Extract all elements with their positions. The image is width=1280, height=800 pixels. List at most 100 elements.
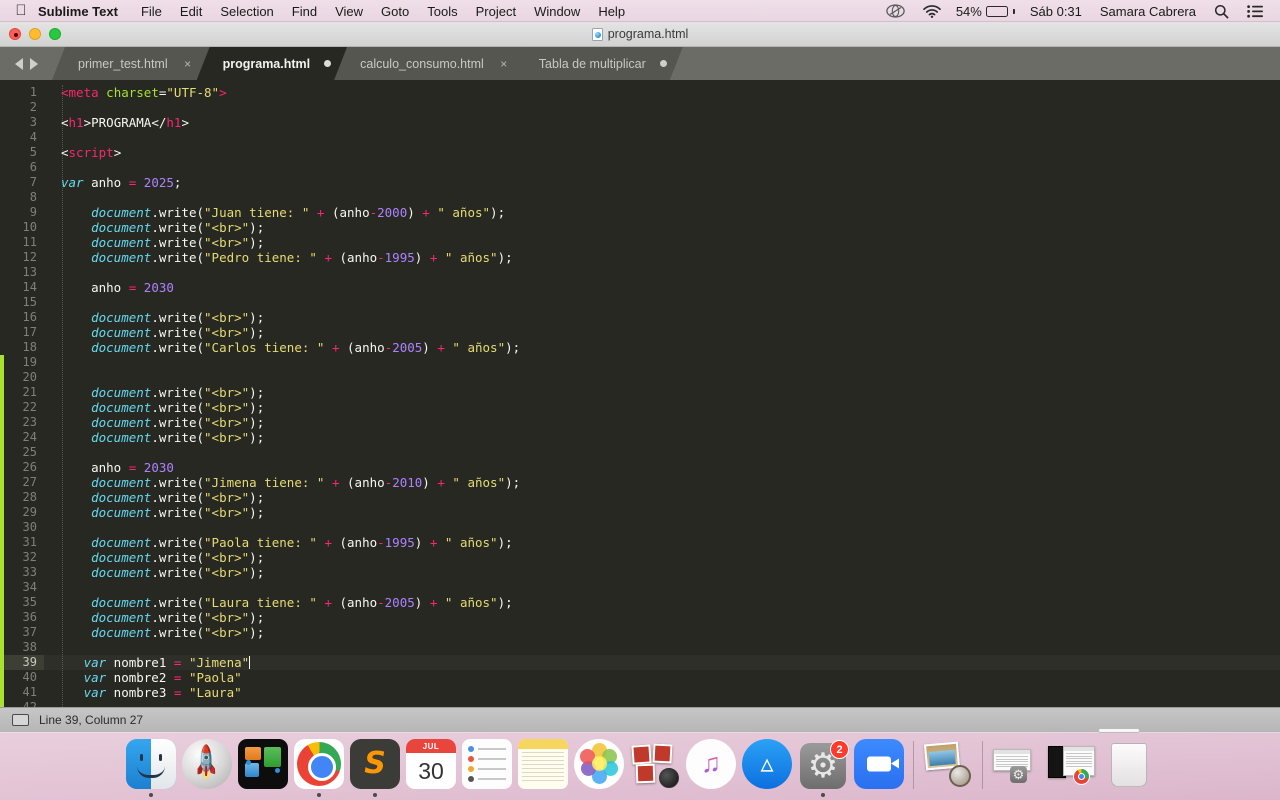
code-line[interactable]: anho = 2030 — [44, 280, 1280, 295]
code-content[interactable]: <meta charset="UTF-8"> <h1>PROGRAMA</h1>… — [44, 80, 1280, 707]
tab-dirty-indicator[interactable] — [660, 60, 667, 67]
dock-item-calendar[interactable]: JUL 30 — [403, 733, 459, 797]
notification-center-icon[interactable] — [1238, 4, 1272, 18]
code-line[interactable] — [44, 100, 1280, 115]
code-line[interactable]: <script> — [44, 145, 1280, 160]
code-line[interactable] — [44, 160, 1280, 175]
tab-primer-test-html[interactable]: primer_test.html × — [52, 47, 210, 80]
dock-item-zoom[interactable] — [851, 733, 907, 797]
cursor-position-label[interactable]: Line 39, Column 27 — [39, 713, 143, 727]
dock-item-trash[interactable] — [1098, 728, 1157, 797]
window-titlebar[interactable]: programa.html — [0, 22, 1280, 47]
code-line[interactable] — [44, 265, 1280, 280]
code-line[interactable] — [44, 640, 1280, 655]
dock-item-system-preferences[interactable]: ⚙ 2 — [795, 733, 851, 797]
code-line[interactable]: document.write("<br>"); — [44, 325, 1280, 340]
code-line[interactable]: document.write("<br>"); — [44, 400, 1280, 415]
menu-item-find[interactable]: Find — [283, 4, 326, 19]
menu-item-edit[interactable]: Edit — [171, 4, 211, 19]
dock-item-sublime-text[interactable]: S — [347, 733, 403, 797]
dock-item-notes[interactable] — [515, 733, 571, 797]
code-lines[interactable]: <meta charset="UTF-8"> <h1>PROGRAMA</h1>… — [44, 85, 1280, 707]
code-line[interactable]: <meta charset="UTF-8"> — [44, 85, 1280, 100]
dock-item-photos[interactable] — [571, 733, 627, 797]
code-line[interactable]: document.write("<br>"); — [44, 550, 1280, 565]
menu-item-project[interactable]: Project — [467, 4, 525, 19]
code-line[interactable] — [44, 355, 1280, 370]
wifi-icon[interactable] — [914, 4, 950, 18]
tab-programa-html[interactable]: programa.html — [197, 47, 348, 80]
close-button[interactable] — [9, 28, 21, 40]
code-line[interactable]: document.write("Jimena tiene: " + (anho-… — [44, 475, 1280, 490]
minimize-button[interactable] — [29, 28, 41, 40]
code-line[interactable]: var nombre3 = "Laura" — [44, 685, 1280, 700]
code-line[interactable]: document.write("<br>"); — [44, 415, 1280, 430]
chevron-left-icon[interactable] — [14, 57, 23, 70]
battery-status[interactable]: 54% — [950, 4, 1021, 19]
code-line[interactable] — [44, 295, 1280, 310]
code-line[interactable]: document.write("<br>"); — [44, 565, 1280, 580]
code-line[interactable]: document.write("<br>"); — [44, 610, 1280, 625]
menu-item-goto[interactable]: Goto — [372, 4, 418, 19]
code-editor[interactable]: 1 2 3 4 5 6 7 8 9 10 11 12 13 14 15 16 17 18 19 20 21 22 23 24 2… — [0, 80, 1280, 707]
code-line[interactable] — [44, 370, 1280, 385]
menubar-user-name[interactable]: Samara Cabrera — [1091, 4, 1205, 19]
code-line[interactable]: var anho = 2025; — [44, 175, 1280, 190]
apple-logo-icon[interactable]:  — [8, 3, 34, 20]
code-line[interactable] — [44, 580, 1280, 595]
menu-item-selection[interactable]: Selection — [211, 4, 282, 19]
running-indicator — [429, 793, 433, 797]
code-line[interactable]: document.write("<br>"); — [44, 220, 1280, 235]
dock-item-photo-booth[interactable] — [627, 733, 683, 797]
tab-close-icon[interactable]: × — [498, 58, 510, 70]
menu-item-file[interactable]: File — [132, 4, 171, 19]
code-line[interactable]: document.write("<br>"); — [44, 310, 1280, 325]
code-line[interactable]: document.write("<br>"); — [44, 490, 1280, 505]
menu-app-name[interactable]: Sublime Text — [34, 4, 132, 19]
creative-cloud-icon[interactable] — [877, 4, 914, 18]
dock-item-itunes[interactable]: ♫ — [683, 733, 739, 797]
chevron-right-icon[interactable] — [29, 57, 38, 70]
code-token-plain: ); — [249, 235, 265, 250]
menu-item-view[interactable]: View — [326, 4, 372, 19]
menu-item-tools[interactable]: Tools — [418, 4, 466, 19]
code-line[interactable]: var nombre1 = "Jimena" — [44, 655, 1280, 670]
dock-item-reminders[interactable] — [459, 733, 515, 797]
code-line[interactable]: document.write("Pedro tiene: " + (anho-1… — [44, 250, 1280, 265]
minimized-window-preferences-icon: ⚙ — [992, 739, 1042, 789]
menubar-clock[interactable]: Sáb 0:31 — [1021, 4, 1091, 19]
code-line[interactable]: document.write("<br>"); — [44, 235, 1280, 250]
code-line[interactable]: document.write("Carlos tiene: " + (anho-… — [44, 340, 1280, 355]
code-line[interactable]: document.write("<br>"); — [44, 430, 1280, 445]
code-line[interactable]: <h1>PROGRAMA</h1> — [44, 115, 1280, 130]
tab-tabla-de-multiplicar[interactable]: Tabla de multiplicar — [513, 47, 683, 80]
code-line[interactable] — [44, 700, 1280, 707]
dock-item-minimized-preferences[interactable]: ⚙ — [989, 733, 1045, 797]
menu-item-help[interactable]: Help — [589, 4, 634, 19]
code-line[interactable]: document.write("<br>"); — [44, 625, 1280, 640]
dock-item-app-store[interactable]: ▵ — [739, 733, 795, 797]
dock-item-mission-control[interactable] — [235, 733, 291, 797]
zoom-button[interactable] — [49, 28, 61, 40]
code-line[interactable]: document.write("<br>"); — [44, 505, 1280, 520]
tab-calculo-consumo-html[interactable]: calculo_consumo.html × — [334, 47, 526, 80]
dock-item-preview[interactable] — [920, 733, 976, 797]
code-line[interactable]: document.write("<br>"); — [44, 385, 1280, 400]
dock-item-minimized-chrome[interactable] — [1045, 733, 1101, 797]
code-line[interactable]: document.write("Juan tiene: " + (anho-20… — [44, 205, 1280, 220]
dock-item-launchpad[interactable]: 🚀 — [179, 733, 235, 797]
tab-dirty-indicator[interactable] — [324, 60, 331, 67]
code-line[interactable] — [44, 130, 1280, 145]
tab-close-icon[interactable]: × — [182, 58, 194, 70]
code-line[interactable]: document.write("Paola tiene: " + (anho-1… — [44, 535, 1280, 550]
code-line[interactable] — [44, 445, 1280, 460]
code-line[interactable] — [44, 190, 1280, 205]
code-line[interactable]: document.write("Laura tiene: " + (anho-2… — [44, 595, 1280, 610]
code-line[interactable]: anho = 2030 — [44, 460, 1280, 475]
code-line[interactable] — [44, 520, 1280, 535]
dock-item-finder[interactable] — [123, 733, 179, 797]
code-line[interactable]: var nombre2 = "Paola" — [44, 670, 1280, 685]
spotlight-search-icon[interactable] — [1205, 4, 1238, 19]
menu-item-window[interactable]: Window — [525, 4, 589, 19]
dock-item-chrome[interactable] — [291, 733, 347, 797]
